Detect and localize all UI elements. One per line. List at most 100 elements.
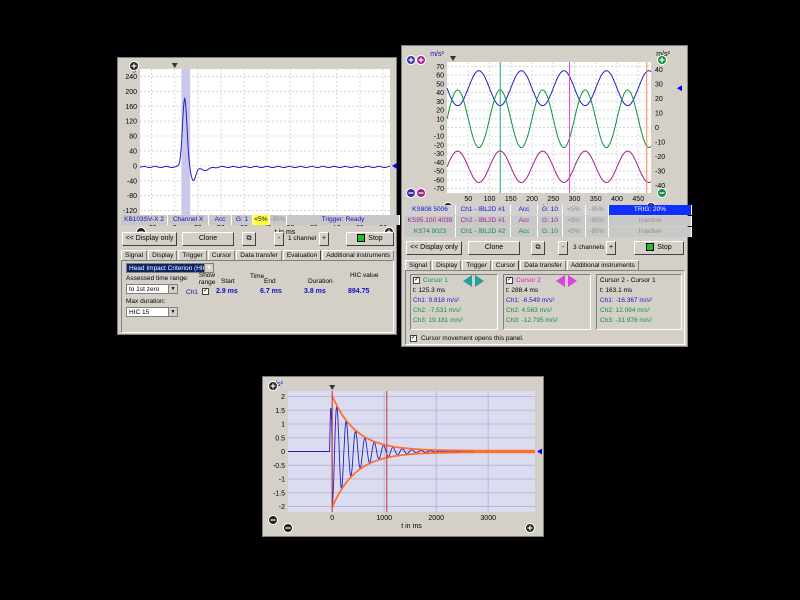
tab-cursor[interactable]: Cursor [207,250,236,260]
channel-cell[interactable]: Trigger: Ready [287,215,400,225]
channel-cell[interactable]: TRIG: 20% [609,205,692,215]
duration-label: Duration [308,278,333,285]
channel-cell[interactable]: Acc [511,205,538,215]
add-channel-button[interactable]: + [606,241,616,255]
cursor1-left-arrow-icon[interactable] [463,275,472,287]
tab-display[interactable]: Display [148,250,178,260]
x-zoom-out-icon[interactable] [283,523,293,533]
remove-channel-button[interactable]: - [274,232,284,246]
hic-window: 24020016012080400-40-80-120-100102030405… [117,57,400,335]
max-duration-select[interactable]: HIC 15 ▼ [126,307,178,317]
channel-cell[interactable]: <5% [253,215,270,225]
tab-signal[interactable]: Signal [121,250,148,260]
stop-button-label: Stop [368,235,383,242]
channel-cell[interactable]: Acc [511,227,538,237]
y-zoom-out-icon-right[interactable] [657,188,667,198]
channel-cell[interactable]: Inactive [609,227,692,237]
copy-icon[interactable]: ⧉ [531,241,545,255]
cursor1-ch3: Ch3: 19.181 m/s² [413,317,463,324]
display-only-button[interactable]: << Display only [406,241,462,255]
y-zoom-out-icon[interactable] [268,515,278,525]
channel-cell[interactable]: <5% [563,216,586,226]
y-tick-label: -1.5 [273,490,285,497]
assessed-range-select[interactable]: to 1st zero ▼ [126,284,178,294]
remove-channel-button[interactable]: - [558,241,568,255]
channel-cell[interactable]: G: 10 [538,205,563,215]
channel-row[interactable]: KB103SV-X 2 Channel X Acc G: 1 <5% -95% Trigge… [121,215,400,225]
cursor-window: 70 60 50 40 30 20 10 0 -10 -20 -30 -40 -50 -60 -70 40 30… [401,45,692,347]
tab-trigger[interactable]: Trigger [178,250,207,260]
start-label: Start [221,278,235,285]
cursor2-right-arrow-icon[interactable] [568,275,577,287]
chevron-down-icon: ▼ [168,308,177,316]
add-channel-button[interactable]: + [319,232,329,246]
cursor1-checkbox[interactable]: ✓ [413,277,420,284]
y-tick-label-left: 60 [436,73,444,80]
tab-display[interactable]: Display [432,260,462,270]
channel-row[interactable]: KS74 9023 Ch1 - IBL2D #2 Acc G: 10 <5% -95% In… [405,227,692,237]
y-tick-label: 200 [125,89,137,96]
channel-cell[interactable]: Ch1 - IBL2D #2 [456,227,511,237]
cursor2-ch3: Ch3: -12.795 m/s² [506,317,559,324]
channel-cell[interactable]: G: 10 [538,216,563,226]
start-value: 2.9 ms [216,288,238,295]
y-zoom-in-icon[interactable] [268,381,278,391]
y-zoom-out-icon-ch3[interactable] [416,188,426,198]
cursor2-left-arrow-icon[interactable] [556,275,565,287]
damped-window: 21.510.50-0.5-1-1.5-20100020003000m/s²t … [262,376,544,537]
y-zoom-in-icon[interactable] [406,55,416,65]
y-tick-label: -40 [127,178,137,185]
tab-data-transfer[interactable]: Data transfer [236,250,282,260]
tab-evaluation[interactable]: Evaluation [282,250,322,260]
channel-cell[interactable]: <5% [563,227,586,237]
stop-button[interactable]: Stop [346,232,394,246]
channel-cell[interactable]: G: 1 [232,215,253,225]
channel-row[interactable]: KS95.100 4039 Ch2 - IBL2D #1 Acc G: 10 <5% -9… [405,216,692,226]
show-range-label: Show range [198,272,216,286]
channel-row[interactable]: KS808 5006 Ch1 - IBL2D #1 Acc G: 10 <5% -95% T… [405,205,692,215]
channel-cell[interactable]: <5% [563,205,586,215]
show-range-checkbox[interactable]: ✓ [202,288,209,295]
copy-icon[interactable]: ⧉ [242,232,256,246]
channel-cell[interactable]: -95% [586,205,609,215]
tab-cursor[interactable]: Cursor [491,260,520,270]
clone-button[interactable]: Clone [468,241,520,255]
y-tick-label-left: 70 [436,64,444,71]
x-zoom-in-icon[interactable] [525,523,535,533]
channel-cell[interactable]: KB103SV-X 2 [121,215,168,225]
channel-cell[interactable]: Acc [511,216,538,226]
channel-cell[interactable]: KS808 5006 [405,205,456,215]
tab-trigger[interactable]: Trigger [462,260,491,270]
tab-additional-instruments[interactable]: Additional instruments [322,250,395,260]
cursor-panel-checkbox[interactable]: ✓ [410,335,417,342]
y-zoom-in-icon[interactable] [129,61,139,71]
channel-cell[interactable]: KS95.100 4039 [405,216,456,226]
cursor1-right-arrow-icon[interactable] [475,275,484,287]
channel-cell[interactable]: G: 10 [538,227,563,237]
tab-signal[interactable]: Signal [405,260,432,270]
channel-cell[interactable]: -95% [270,215,287,225]
channel-cell[interactable]: Acc [209,215,232,225]
channel-cell[interactable]: Inactive [609,216,692,226]
x-tick-label: 50 [464,196,472,203]
channel-cell[interactable]: Channel X [168,215,209,225]
chevron-down-icon: ▼ [168,285,177,293]
stop-led-icon [357,234,366,243]
channel-cell[interactable]: KS74 9023 [405,227,456,237]
cursor2-checkbox[interactable]: ✓ [506,277,513,284]
stop-button[interactable]: Stop [634,241,684,255]
channel-cell[interactable]: -95% [586,227,609,237]
channel-cell[interactable]: -95% [586,216,609,226]
channel-cell[interactable]: Ch1 - IBL2D #1 [456,205,511,215]
clone-button[interactable]: Clone [182,232,234,246]
max-duration-value: HIC 15 [129,309,150,316]
y-zoom-out-icon[interactable] [406,188,416,198]
x-tick-label: 3000 [480,515,496,522]
y-zoom-in-icon-right[interactable] [657,55,667,65]
y-zoom-in-icon-ch3[interactable] [416,55,426,65]
display-only-button[interactable]: << Display only [122,232,177,246]
channel-cell[interactable]: Ch2 - IBL2D #1 [456,216,511,226]
tab-data-transfer[interactable]: Data transfer [520,260,566,270]
tab-additional-instruments[interactable]: Additional instruments [566,260,639,270]
y-tick-label: -1 [279,477,285,484]
